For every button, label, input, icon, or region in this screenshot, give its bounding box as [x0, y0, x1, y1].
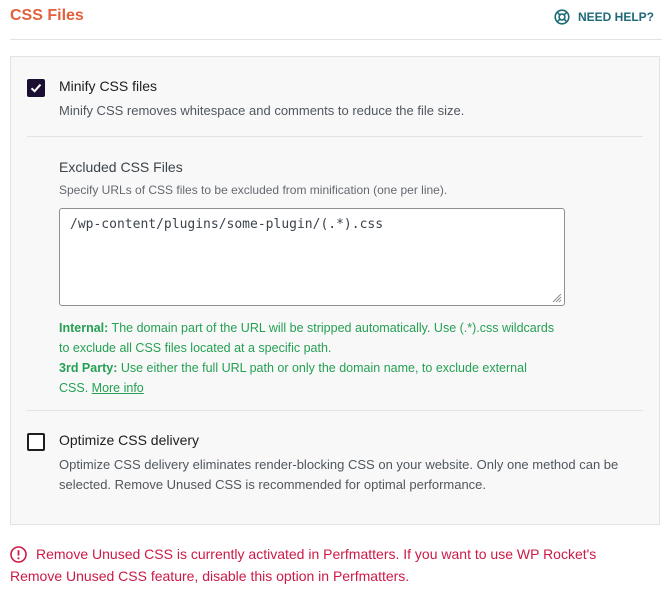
- resize-handle-icon[interactable]: [552, 293, 562, 303]
- section-title: CSS Files: [10, 7, 84, 24]
- alert-circle-icon: [10, 546, 27, 563]
- css-options-panel: Minify CSS files Minify CSS removes whit…: [10, 56, 660, 525]
- warning-text: Remove Unused CSS is currently activated…: [10, 546, 597, 584]
- optimize-css-description: Optimize CSS delivery eliminates render-…: [59, 457, 619, 492]
- minify-css-checkbox[interactable]: [27, 79, 45, 97]
- excluded-css-title: Excluded CSS Files: [59, 159, 183, 175]
- perfmatters-warning: Remove Unused CSS is currently activated…: [10, 543, 650, 587]
- divider: [27, 136, 643, 137]
- excluded-css-textarea-wrapper: /wp-content/plugins/some-plugin/(.*).css: [59, 208, 565, 306]
- divider: [27, 410, 643, 411]
- excluded-css-textarea[interactable]: /wp-content/plugins/some-plugin/(.*).css: [60, 209, 564, 305]
- lifebuoy-icon: [554, 9, 570, 25]
- minify-css-description: Minify CSS removes whitespace and commen…: [59, 103, 465, 118]
- optimize-css-checkbox[interactable]: [27, 433, 45, 451]
- help-third-party-label: 3rd Party:: [59, 361, 118, 375]
- help-internal-text: The domain part of the URL will be strip…: [59, 321, 555, 355]
- help-internal-label: Internal:: [59, 321, 109, 335]
- more-info-link[interactable]: More info: [92, 381, 144, 395]
- checkmark-icon: [30, 83, 42, 93]
- minify-css-label: Minify CSS files: [59, 78, 158, 94]
- optimize-css-label: Optimize CSS delivery: [59, 432, 200, 448]
- need-help-link[interactable]: NEED HELP?: [554, 9, 654, 25]
- section-header: CSS Files NEED HELP?: [10, 0, 662, 40]
- need-help-label: NEED HELP?: [577, 10, 654, 24]
- excluded-css-description: Specify URLs of CSS files to be excluded…: [59, 183, 448, 197]
- excluded-css-help: Internal: The domain part of the URL wil…: [59, 318, 559, 398]
